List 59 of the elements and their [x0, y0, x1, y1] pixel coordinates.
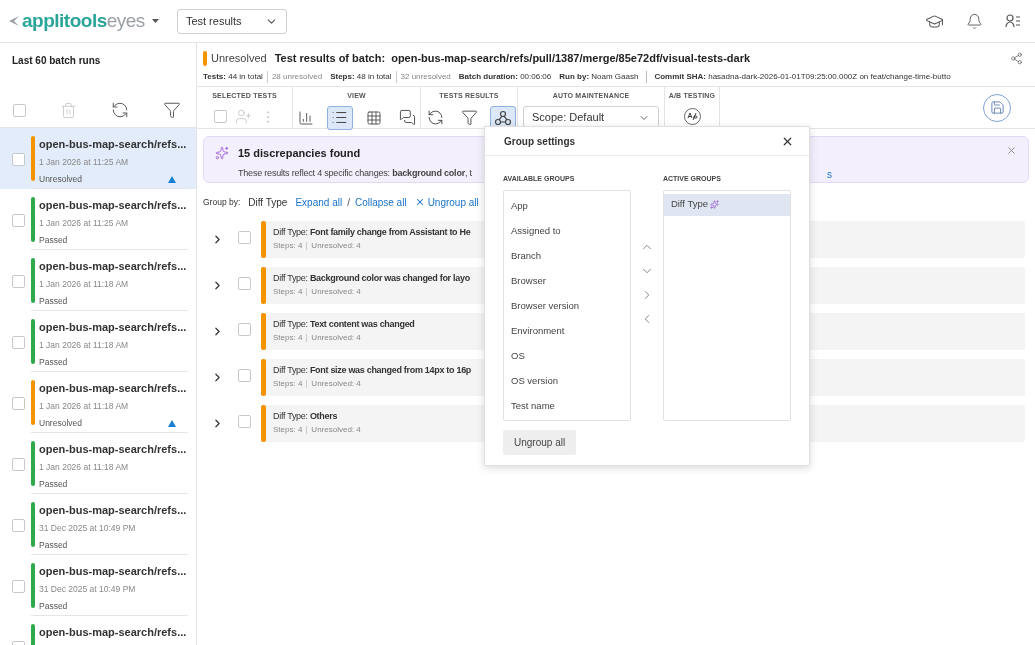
batch-name: open-bus-map-search/refs...	[39, 320, 188, 335]
logo-brand: applitools	[22, 8, 107, 33]
batch-status: Passed	[39, 234, 68, 247]
group-by-label: Group by:	[203, 195, 241, 209]
sidebar-title: Last 60 batch runs	[12, 54, 102, 68]
batch-status: Unresolved	[39, 417, 82, 430]
logo-product: eyes	[106, 8, 145, 33]
unresolved-count: Unresolved: 4	[311, 424, 361, 437]
batch-status: Passed	[39, 356, 68, 369]
group-title: Diff Type: Font size was changed from 14px to 16p	[273, 363, 472, 377]
batch-name: open-bus-map-search/refs...	[39, 625, 188, 640]
batch-date: 1 Jan 2026 at 11:18 AM	[39, 338, 130, 352]
batch-name: open-bus-map-search/refs...	[39, 381, 188, 396]
unresolved-count: Unresolved: 4	[311, 286, 361, 299]
batch-name: open-bus-map-search/refs...	[39, 259, 188, 274]
batch-date: 1 Jan 2026 at 11:18 AM	[39, 399, 130, 413]
batch-date: 1 Jan 2026 at 11:25 AM	[39, 155, 130, 169]
stat-extra: 32 unresolved	[395, 70, 451, 83]
batch-status: Passed	[39, 295, 68, 308]
group-title: Diff Type: Text content was changed	[273, 317, 415, 331]
unresolved-count: Unresolved: 4	[311, 378, 361, 391]
batch-date: 1 Jan 2026 at 11:18 AM	[39, 460, 130, 474]
steps-count: Steps: 4	[273, 378, 303, 391]
batch-date: 1 Jan 2026 at 11:25 AM	[39, 216, 130, 230]
group-option-label: Diff Type	[670, 197, 709, 212]
banner-title: 15 discrepancies found	[238, 146, 362, 161]
batch-status: Unresolved	[211, 51, 267, 66]
batch-name: open-bus-map-search/refs...	[39, 442, 188, 457]
batch-date: 1 Jan 2026 at 11:18 AM	[39, 277, 130, 291]
steps-count: Steps: 4	[273, 286, 303, 299]
batch-name: open-bus-map-search/refs...	[39, 564, 188, 579]
stat-text: Tests: 44 in total	[203, 70, 263, 83]
banner-text: These results reflect 4 specific changes: background color, t	[238, 167, 472, 181]
group-title: Diff Type: Font family change from Assistant to He	[273, 225, 471, 239]
dialog-title: Group settings	[504, 134, 576, 149]
slash-separator: /	[347, 195, 350, 210]
group-by-value: Diff Type	[248, 195, 288, 210]
batch-date: 31 Dec 2025 at 10:49 PM	[39, 521, 137, 535]
steps-count: Steps: 4	[273, 424, 303, 437]
steps-count: Steps: 4	[273, 332, 303, 345]
batch-date: 31 Dec 2025 at 10:49 PM	[39, 582, 137, 596]
stat-text: Commit SHA: hasadna-dark-2026-01-01T09:25:00.000Z on feat/change-time-butto	[654, 70, 951, 83]
unresolved-count: Unresolved: 4	[311, 332, 361, 345]
unresolved-count: Unresolved: 4	[311, 240, 361, 253]
batch-name: open-bus-map-search/refs...	[39, 137, 188, 152]
group-title: Diff Type: Others	[273, 409, 339, 423]
stat-text: Batch duration: 00:06:06	[458, 70, 552, 83]
batch-name: open-bus-map-search/refs...	[39, 503, 188, 518]
batch-status: Unresolved	[39, 173, 82, 186]
batch-status: Passed	[39, 600, 68, 613]
stat-text: Run by: Noam Gaash	[559, 70, 639, 83]
stat-text: Steps: 48 in total	[330, 70, 392, 83]
batch-title: Test results of batch: open-bus-map-search/refs/pull/1387/merge/85e72df/visual-tests-dark	[274, 51, 751, 66]
batch-status: Passed	[39, 539, 68, 552]
batch-status: Passed	[39, 478, 68, 491]
batch-name: open-bus-map-search/refs...	[39, 198, 188, 213]
steps-count: Steps: 4	[273, 240, 303, 253]
stat-extra: 28 unresolved	[266, 70, 323, 83]
group-title: Diff Type: Background color was changed for layo	[273, 271, 470, 285]
